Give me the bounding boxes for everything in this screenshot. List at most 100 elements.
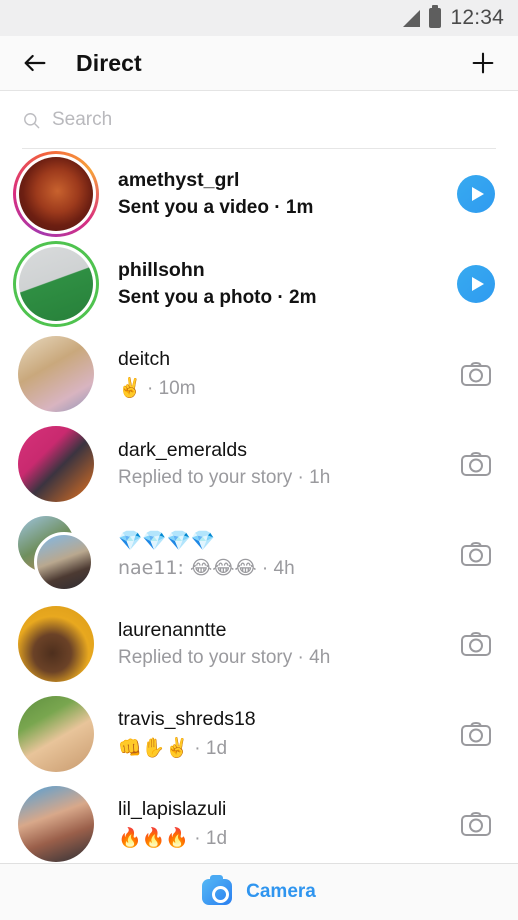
search-input[interactable]: Search: [52, 109, 112, 131]
row-action[interactable]: [454, 175, 498, 213]
table-row[interactable]: laurenanntte Replied to your story · 4h: [0, 599, 518, 689]
separator-dot: ·: [277, 287, 289, 308]
phillsohn-avatar: [19, 247, 93, 321]
group-avatar[interactable]: [18, 516, 94, 592]
timestamp: 1d: [205, 828, 228, 849]
conversation-username: deitch: [118, 348, 171, 370]
camera-outline-icon[interactable]: [460, 540, 492, 568]
conversation-preview: Replied to your story · 4h: [118, 647, 454, 669]
preview-text: Replied to your story: [118, 647, 293, 668]
laurenanntte-avatar: [18, 606, 94, 682]
page-title: Direct: [76, 49, 142, 76]
search-bar[interactable]: Search: [0, 91, 518, 149]
plus-icon: [472, 52, 494, 74]
row-texts: amethyst_grl Sent you a video · 1m: [118, 169, 454, 219]
avatar[interactable]: [18, 696, 94, 772]
conversation-username: dark_emeralds: [118, 439, 247, 461]
story-ring-gradient: [13, 151, 99, 237]
lil_lapislazuli-avatar: [18, 786, 94, 862]
timestamp: 1h: [309, 467, 331, 488]
travis_shreds18-avatar: [18, 696, 94, 772]
preview-text: ✌️: [118, 377, 142, 399]
conversation-username: 💎💎💎💎: [118, 528, 216, 552]
row-texts: lil_lapislazuli 🔥🔥🔥 · 1d: [118, 798, 454, 850]
table-row[interactable]: amethyst_grl Sent you a video · 1m: [0, 149, 518, 239]
row-action[interactable]: [454, 810, 498, 838]
avatar[interactable]: [18, 426, 94, 502]
timestamp: 1m: [285, 197, 314, 218]
conversation-preview: Replied to your story · 1h: [118, 467, 454, 489]
camera-outline-icon[interactable]: [460, 630, 492, 658]
preview-text: Sent you a photo: [118, 287, 273, 308]
row-action[interactable]: [454, 450, 498, 478]
camera-label: Camera: [246, 881, 316, 902]
table-row[interactable]: 💎💎💎💎 nae11: 😂😂😂 · 4h: [0, 509, 518, 599]
row-texts: phillsohn Sent you a photo · 2m: [118, 259, 454, 309]
separator-dot: ·: [297, 467, 310, 488]
conversation-username: laurenanntte: [118, 619, 227, 641]
app-header: Direct: [0, 36, 518, 91]
separator-dot: ·: [261, 557, 274, 579]
amethyst_grl-avatar: [19, 157, 93, 231]
separator-dot: ·: [194, 738, 206, 759]
battery-icon: [429, 5, 442, 28]
row-action[interactable]: [454, 540, 498, 568]
conversation-preview: ✌️ · 10m: [118, 376, 454, 400]
table-row[interactable]: phillsohn Sent you a photo · 2m: [0, 239, 518, 329]
conversation-preview: Sent you a photo · 2m: [118, 287, 454, 309]
camera-outline-icon[interactable]: [460, 720, 492, 748]
row-action[interactable]: [454, 720, 498, 748]
play-button-icon[interactable]: [457, 175, 495, 213]
preview-text: 🔥🔥🔥: [118, 827, 189, 849]
row-texts: dark_emeralds Replied to your story · 1h: [118, 439, 454, 489]
camera-filled-icon: [202, 875, 233, 905]
row-action[interactable]: [454, 360, 498, 388]
back-button[interactable]: [18, 46, 52, 80]
status-bar-clock: 12:34: [450, 6, 504, 29]
arrow-left-icon: [24, 54, 46, 72]
conversation-username: amethyst_grl: [118, 169, 240, 191]
camera-bar[interactable]: Camera: [0, 863, 518, 920]
dark_emeralds-avatar: [18, 426, 94, 502]
avatar[interactable]: [18, 606, 94, 682]
direct-messages-screen: 12:34 Direct Search amethyst_grl Sent yo…: [0, 0, 518, 920]
search-row: Search: [22, 109, 112, 131]
separator-dot: ·: [194, 828, 206, 849]
avatar[interactable]: [13, 241, 99, 327]
table-row[interactable]: lil_lapislazuli 🔥🔥🔥 · 1d: [0, 779, 518, 863]
conversation-username: lil_lapislazuli: [118, 798, 227, 820]
table-row[interactable]: dark_emeralds Replied to your story · 1h: [0, 419, 518, 509]
conversation-preview: 👊✋✌️ · 1d: [118, 736, 454, 760]
separator-dot: ·: [274, 197, 286, 218]
conversation-username: travis_shreds18: [118, 708, 256, 730]
group-avatar-front: [34, 532, 94, 592]
row-texts: laurenanntte Replied to your story · 4h: [118, 619, 454, 669]
new-message-button[interactable]: [466, 46, 500, 80]
search-icon: [24, 112, 40, 128]
camera-outline-icon[interactable]: [460, 360, 492, 388]
status-bar: 12:34: [0, 0, 518, 36]
row-texts: travis_shreds18 👊✋✌️ · 1d: [118, 708, 454, 760]
timestamp: 4h: [273, 557, 295, 579]
camera-outline-icon[interactable]: [460, 810, 492, 838]
timestamp: 2m: [289, 287, 317, 308]
row-action[interactable]: [454, 630, 498, 658]
conversation-preview: Sent you a video · 1m: [118, 197, 454, 219]
avatar[interactable]: [18, 336, 94, 412]
avatar[interactable]: [18, 786, 94, 862]
preview-text: Sent you a video: [118, 197, 269, 218]
row-action[interactable]: [454, 265, 498, 303]
play-button-icon[interactable]: [457, 265, 495, 303]
table-row[interactable]: deitch ✌️ · 10m: [0, 329, 518, 419]
camera-outline-icon[interactable]: [460, 450, 492, 478]
deitch-avatar: [18, 336, 94, 412]
preview-text: Replied to your story: [118, 467, 293, 488]
conversation-username: phillsohn: [118, 259, 205, 281]
conversation-list[interactable]: amethyst_grl Sent you a video · 1m phill…: [0, 149, 518, 863]
table-row[interactable]: travis_shreds18 👊✋✌️ · 1d: [0, 689, 518, 779]
separator-dot: ·: [297, 647, 310, 668]
avatar[interactable]: [13, 151, 99, 237]
conversation-preview: 🔥🔥🔥 · 1d: [118, 826, 454, 850]
row-texts: 💎💎💎💎 nae11: 😂😂😂 · 4h: [118, 529, 454, 580]
timestamp: 1d: [205, 738, 228, 759]
